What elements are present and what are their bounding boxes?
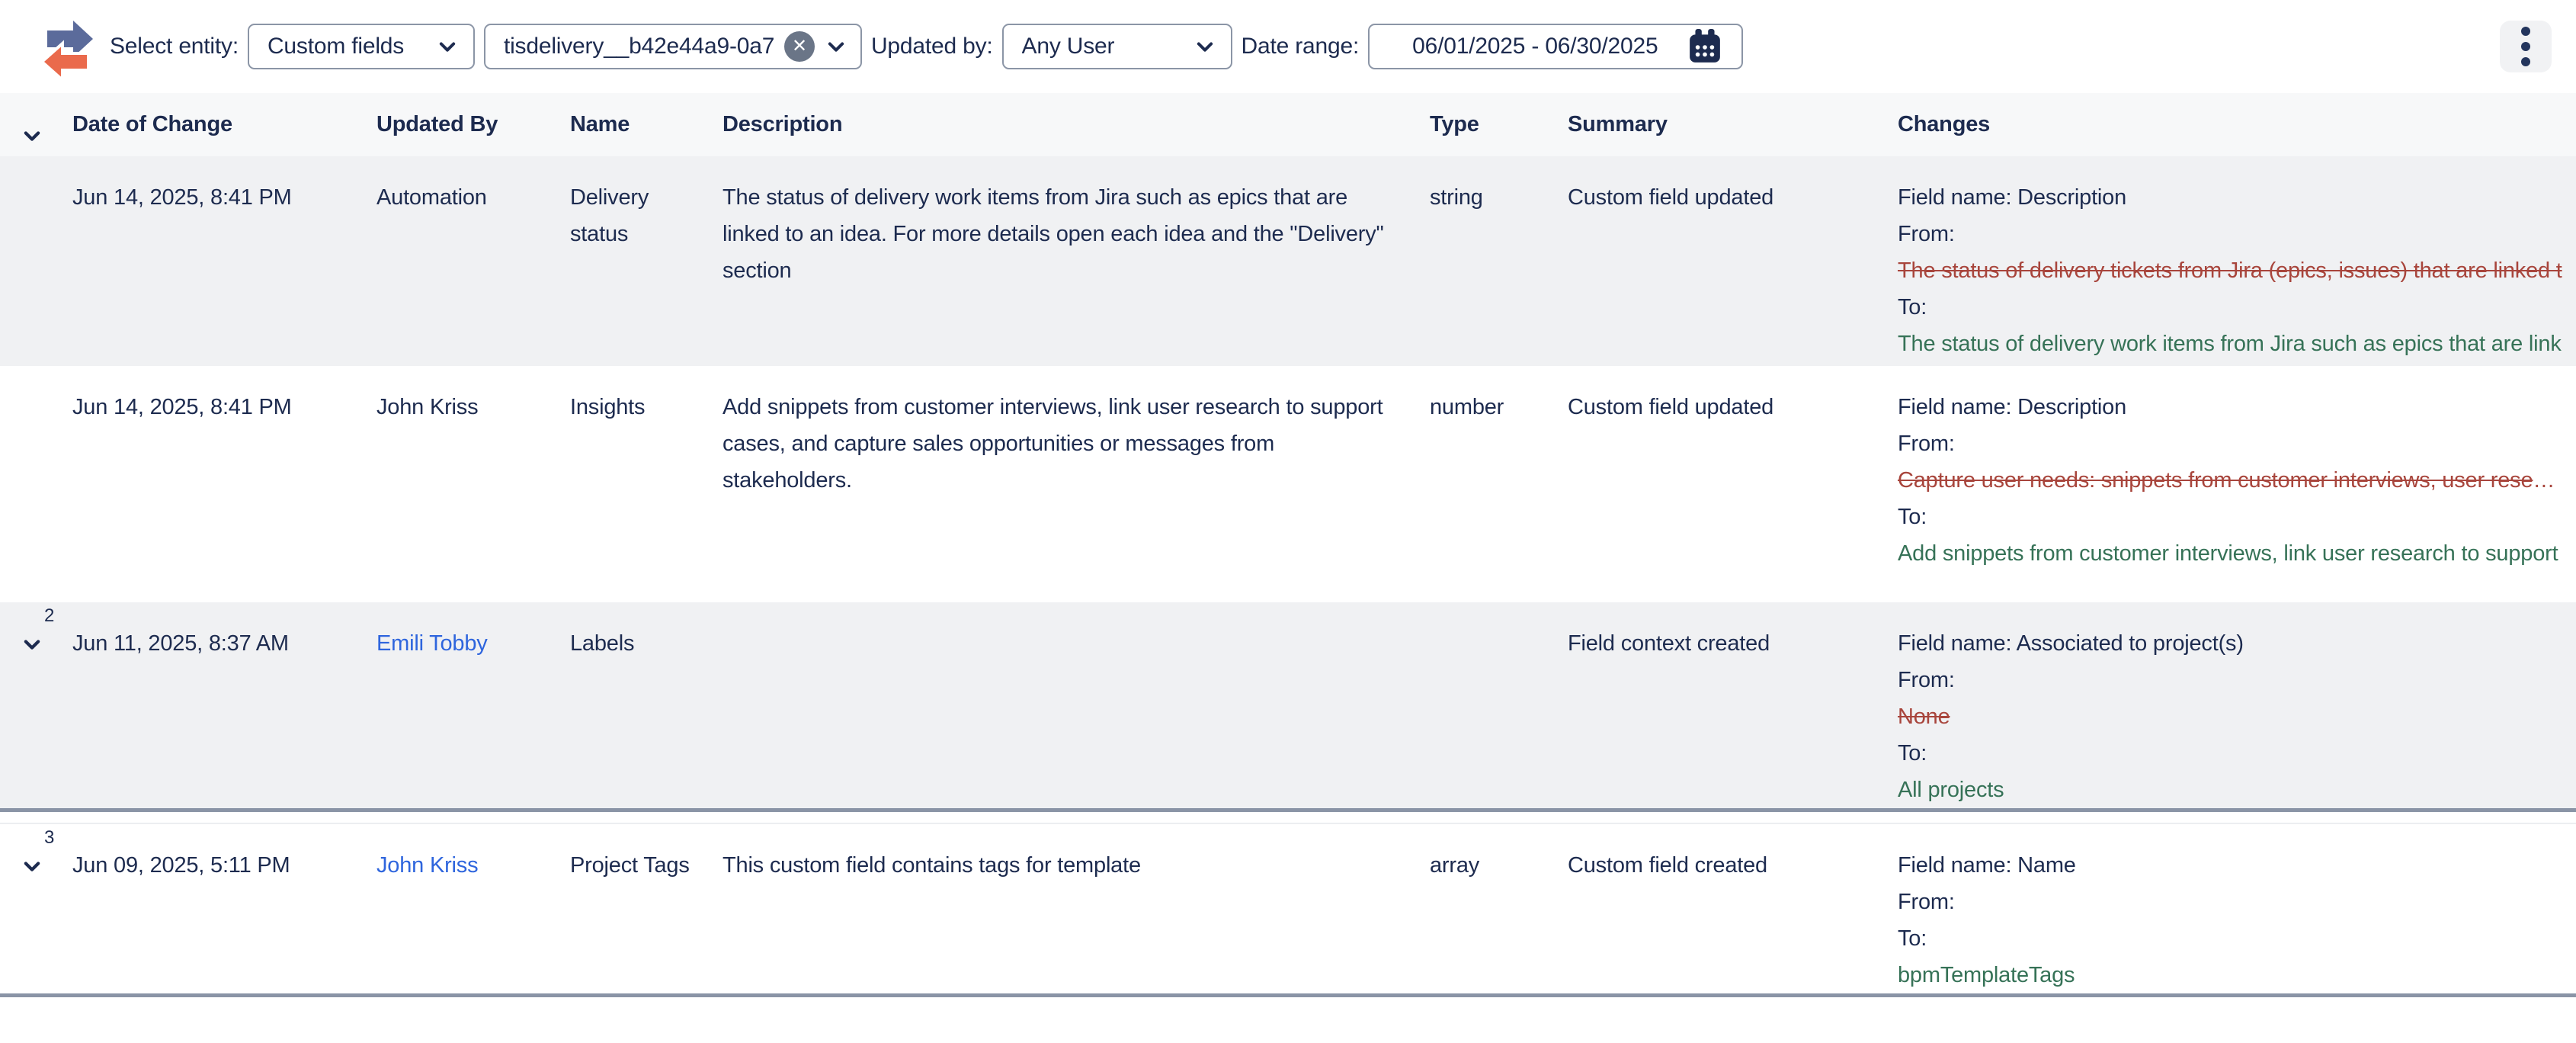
updated-by-dropdown[interactable]: Any User — [1002, 24, 1232, 69]
changes-cell: Field name: Description From: Capture us… — [1898, 366, 2576, 593]
expand-row-chevron-icon[interactable] — [21, 855, 43, 877]
updated-by-label: Updated by: — [871, 34, 993, 59]
table-row: 2 Jun 11, 2025, 8:37 AM Emili Tobby Labe… — [0, 602, 2576, 812]
updated-by-cell: John Kriss — [376, 366, 570, 593]
description-cell: The status of delivery work items from J… — [722, 156, 1430, 366]
column-header-date: Date of Change — [72, 112, 376, 137]
from-label: From: — [1898, 216, 2565, 252]
changes-cell: Field name: Description From: The status… — [1898, 156, 2576, 366]
to-value: bpmTemplateTags — [1898, 957, 2565, 993]
table-header: Date of Change Updated By Name Descripti… — [0, 93, 2576, 156]
field-name-line: Field name: Description — [1898, 179, 2565, 216]
select-entity-label: Select entity: — [110, 34, 239, 59]
group-count-badge: 2 — [44, 607, 54, 625]
clear-icon[interactable]: ✕ — [784, 31, 815, 62]
chevron-down-icon — [437, 36, 458, 57]
expand-row-chevron-icon[interactable] — [21, 634, 43, 655]
name-cell: Insights — [570, 366, 722, 593]
description-cell — [722, 602, 1430, 808]
entity-type-dropdown[interactable]: Custom fields — [248, 24, 475, 69]
entity-search-value: tisdelivery__b42e44a9-0a7… — [504, 34, 777, 59]
filter-toolbar: Select entity: Custom fields tisdelivery… — [0, 0, 2576, 93]
date-cell: Jun 14, 2025, 8:41 PM — [72, 156, 376, 366]
name-cell: Labels — [570, 602, 722, 808]
date-cell: Jun 11, 2025, 8:37 AM — [72, 602, 376, 808]
expand-all-toggle[interactable] — [0, 98, 72, 152]
summary-cell: Custom field created — [1568, 824, 1898, 993]
from-value: Capture user needs: snippets from custom… — [1898, 462, 2565, 499]
kebab-menu-button[interactable] — [2500, 21, 2552, 72]
from-value: The status of delivery tickets from Jira… — [1898, 252, 2565, 289]
description-cell: Add snippets from customer interviews, l… — [722, 366, 1430, 593]
type-cell: array — [1430, 824, 1568, 993]
kebab-icon — [2521, 27, 2530, 36]
table-row: 3 Jun 09, 2025, 5:11 PM John Kriss Proje… — [0, 823, 2576, 997]
type-cell: number — [1430, 366, 1568, 593]
to-value: The status of delivery work items from J… — [1898, 326, 2565, 362]
field-name-line: Field name: Name — [1898, 847, 2565, 884]
field-name-line: Field name: Associated to project(s) — [1898, 625, 2565, 662]
summary-cell: Custom field updated — [1568, 366, 1898, 593]
updated-by-link[interactable]: Emili Tobby — [376, 631, 488, 656]
to-value: All projects — [1898, 772, 2565, 808]
type-cell — [1430, 602, 1568, 808]
to-value: Add snippets from customer interviews, l… — [1898, 535, 2565, 572]
group-count-badge: 3 — [44, 829, 54, 847]
chevron-down-icon — [21, 125, 43, 146]
column-header-updated-by: Updated By — [376, 112, 570, 137]
description-cell: This custom field contains tags for temp… — [722, 824, 1430, 993]
summary-cell: Field context created — [1568, 602, 1898, 808]
date-range-label: Date range: — [1242, 34, 1360, 59]
entity-type-value: Custom fields — [268, 34, 404, 59]
date-cell: Jun 09, 2025, 5:11 PM — [72, 824, 376, 993]
from-label: From: — [1898, 884, 2565, 920]
date-range-input[interactable]: 06/01/2025 - 06/30/2025 — [1368, 24, 1743, 69]
swap-arrows-logo-icon — [40, 12, 95, 81]
from-label: From: — [1898, 662, 2565, 698]
table-row: Jun 14, 2025, 8:41 PM Automation Deliver… — [0, 156, 2576, 366]
from-value: None — [1898, 698, 2565, 735]
column-header-summary: Summary — [1568, 112, 1898, 137]
updated-by-value: Any User — [1022, 34, 1115, 59]
date-cell: Jun 14, 2025, 8:41 PM — [72, 366, 376, 593]
to-label: To: — [1898, 735, 2565, 772]
chevron-down-icon — [825, 36, 847, 57]
to-label: To: — [1898, 289, 2565, 326]
name-cell: Project Tags — [570, 824, 722, 993]
date-range-value: 06/01/2025 - 06/30/2025 — [1412, 34, 1658, 59]
entity-search-combobox[interactable]: tisdelivery__b42e44a9-0a7… ✕ — [484, 24, 862, 69]
table-row: Jun 14, 2025, 8:41 PM John Kriss Insight… — [0, 366, 2576, 593]
updated-by-link[interactable]: John Kriss — [376, 853, 478, 878]
column-header-description: Description — [722, 112, 1430, 137]
from-label: From: — [1898, 425, 2565, 462]
field-name-line: Field name: Description — [1898, 389, 2565, 425]
column-header-name: Name — [570, 112, 722, 137]
to-label: To: — [1898, 499, 2565, 535]
to-label: To: — [1898, 920, 2565, 957]
type-cell: string — [1430, 156, 1568, 366]
column-header-changes: Changes — [1898, 112, 2576, 137]
chevron-down-icon — [1194, 36, 1216, 57]
name-cell: Delivery status — [570, 156, 722, 366]
changes-cell: Field name: Name From: To: bpmTemplateTa… — [1898, 824, 2576, 993]
column-header-type: Type — [1430, 112, 1568, 137]
calendar-icon[interactable] — [1688, 29, 1722, 64]
summary-cell: Custom field updated — [1568, 156, 1898, 366]
changes-cell: Field name: Associated to project(s) Fro… — [1898, 602, 2576, 808]
updated-by-cell: Automation — [376, 156, 570, 366]
